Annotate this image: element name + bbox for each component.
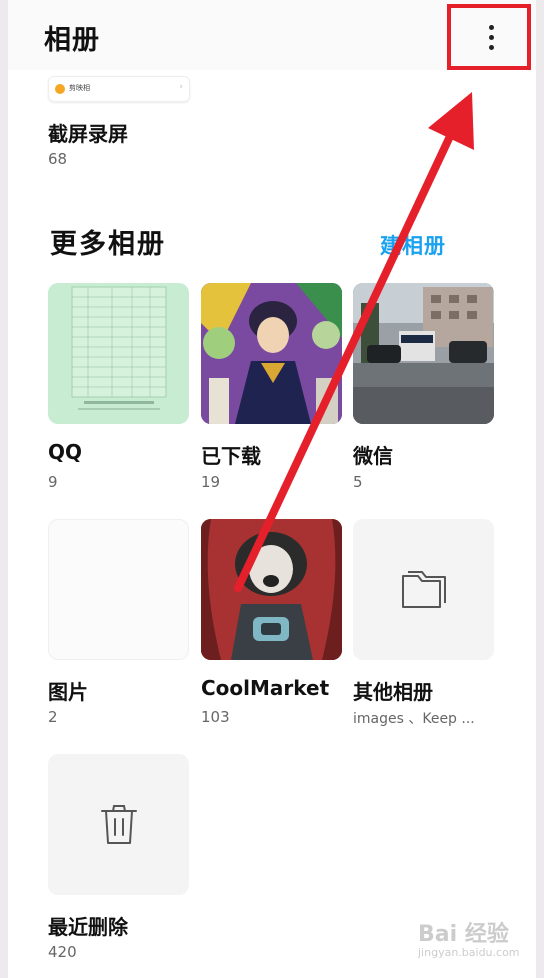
annotation-arrow [234, 92, 474, 592]
watermark-logo: Bai 经验 [418, 922, 509, 947]
watermark-url: jingyan.baidu.com [418, 946, 520, 959]
